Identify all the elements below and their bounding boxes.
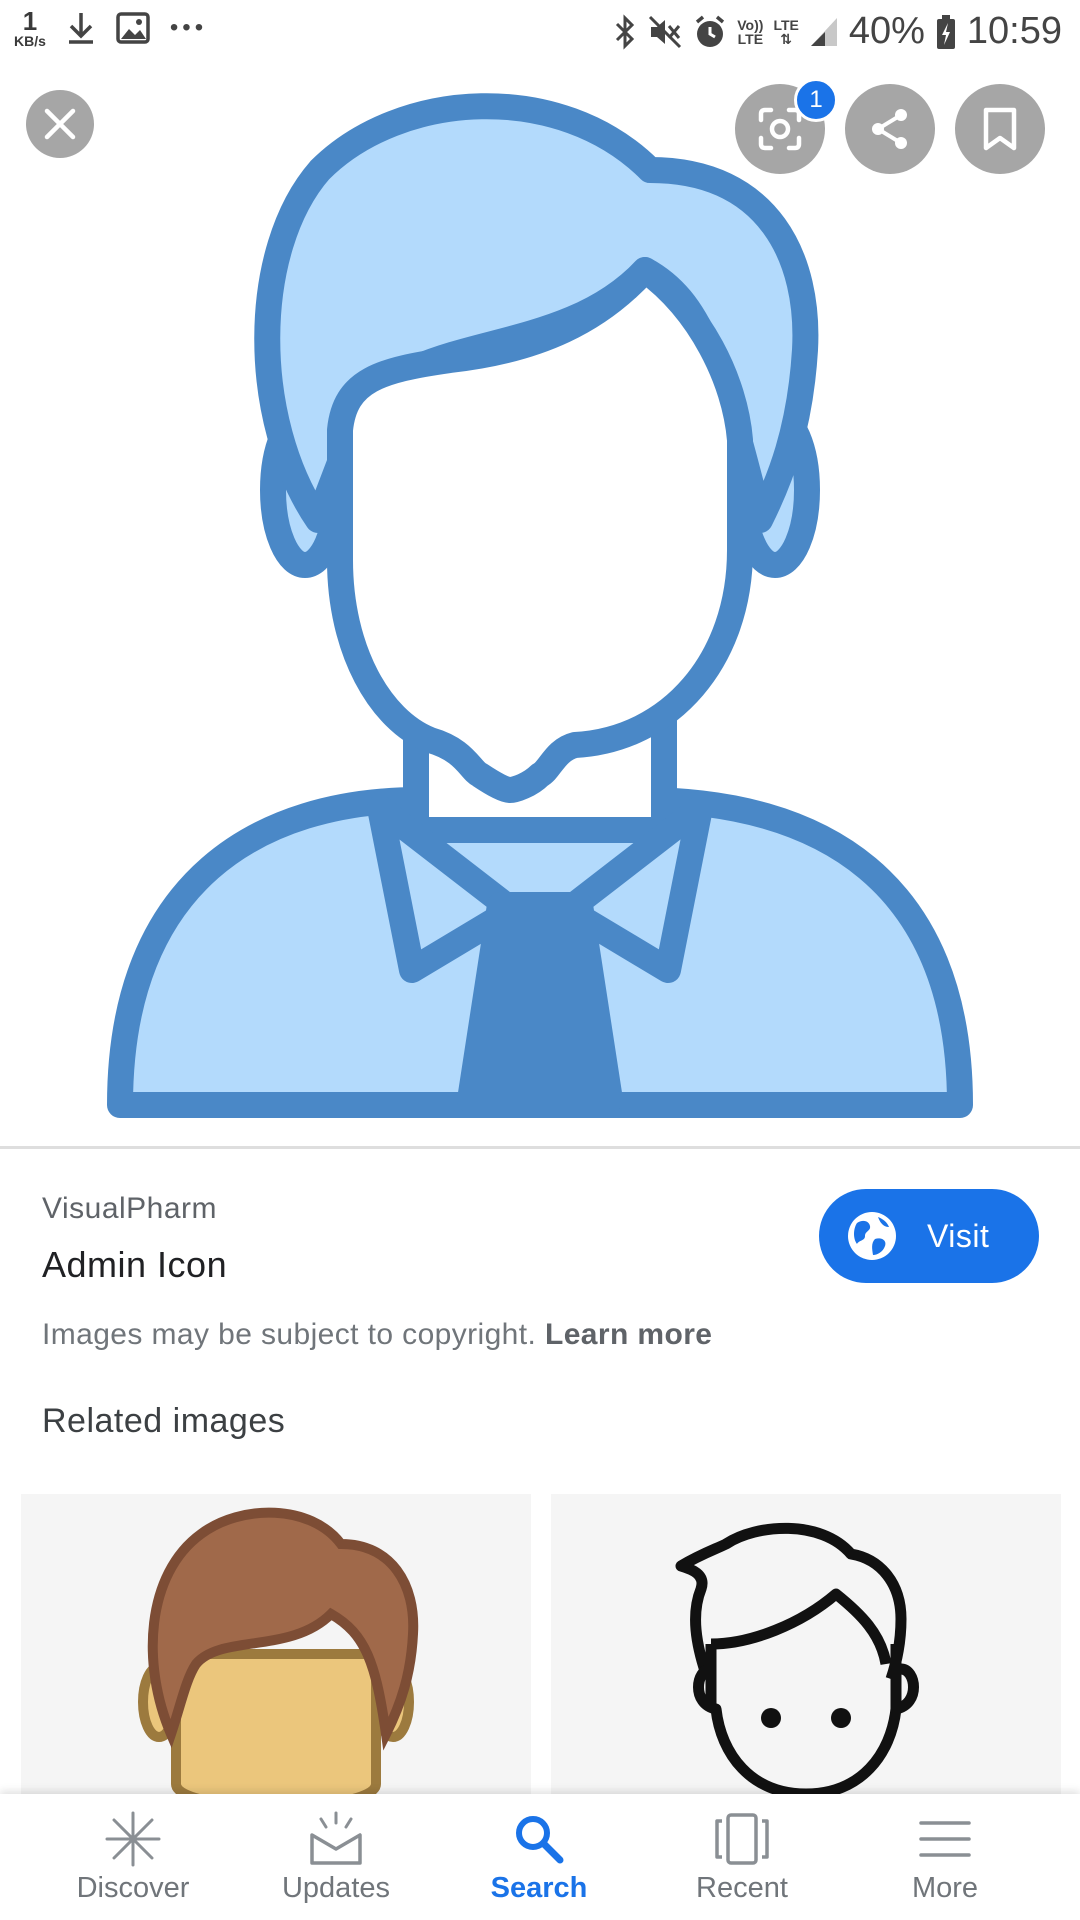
bottom-navigation: Discover Updates Search Recent More [0,1794,1080,1920]
volte-indicator: Vo)) LTE [737,18,763,46]
signal-icon [810,17,837,46]
lte-label: LTE [773,16,799,33]
nav-recent[interactable]: Recent [642,1794,842,1920]
status-right: Vo)) LTE LTE ⇅ 40% 10:59 [613,10,1062,53]
nav-more-label: More [911,1872,979,1904]
bluetooth-icon [616,13,635,50]
divider [0,1146,1080,1149]
nav-updates[interactable]: Updates [236,1794,436,1920]
gallery-icon [116,12,150,44]
globe-icon [848,1212,896,1260]
status-left: 1 KB/s ••• [14,8,207,48]
search-icon [516,1816,564,1864]
related-images-heading: Related images [42,1402,286,1440]
share-button[interactable] [845,84,935,174]
nav-recent-label: Recent [696,1872,788,1904]
updates-icon [310,1811,362,1865]
network-speed-value: 1 [22,6,38,36]
menu-icon [919,1821,971,1857]
learn-more-link[interactable]: Learn more [545,1318,712,1351]
data-arrows-icon: ⇅ [780,30,792,47]
related-person-color-image [138,1507,419,1794]
image-title[interactable]: Admin Icon [42,1244,227,1286]
nav-more[interactable]: More [845,1794,1045,1920]
volte-top: Vo)) [737,16,764,33]
share-icon [872,109,907,149]
copyright-notice: Images may be subject to copyright. Lear… [42,1318,712,1352]
battery-percent: 40% [848,10,925,52]
network-speed-unit: KB/s [14,33,46,49]
status-bar: 1 KB/s ••• Vo)) LTE LTE ⇅ 40% 10:59 [0,0,1080,64]
nav-updates-label: Updates [281,1872,390,1904]
lens-icon [758,107,802,151]
nav-discover[interactable]: Discover [33,1794,233,1920]
source-site[interactable]: VisualPharm [42,1192,217,1226]
nav-search[interactable]: Search [439,1794,639,1920]
download-icon [68,13,93,44]
mute-icon [649,15,682,48]
close-button[interactable] [26,90,94,158]
nav-discover-label: Discover [76,1872,190,1904]
preview-image[interactable] [0,64,1080,1146]
nav-search-label: Search [490,1872,588,1904]
related-person-outline-image [675,1522,919,1794]
network-speed: 1 KB/s [14,8,46,48]
visit-label: Visit [927,1217,990,1254]
battery-charging-icon [936,14,955,49]
visit-button[interactable]: Visit [819,1189,1039,1283]
lens-badge: 1 [794,78,838,122]
image-viewer-page: 1 KB/s ••• Vo)) LTE LTE ⇅ 40% 10:59 1 Vi… [0,0,1080,1920]
alarm-icon [696,15,725,47]
volte-bottom: LTE [737,30,764,47]
related-image-1[interactable] [21,1494,531,1794]
clock: 10:59 [966,10,1062,52]
save-button[interactable] [955,84,1045,174]
related-image-2[interactable] [551,1494,1061,1794]
close-icon [44,108,76,140]
lte-indicator: LTE ⇅ [773,18,798,46]
recent-icon [715,1813,769,1865]
bookmark-icon [983,107,1017,151]
copyright-text: Images may be subject to copyright. [42,1318,537,1351]
admin-person-icon [107,93,973,1118]
discover-icon [105,1811,161,1867]
more-notifications-icon: ••• [169,14,208,41]
